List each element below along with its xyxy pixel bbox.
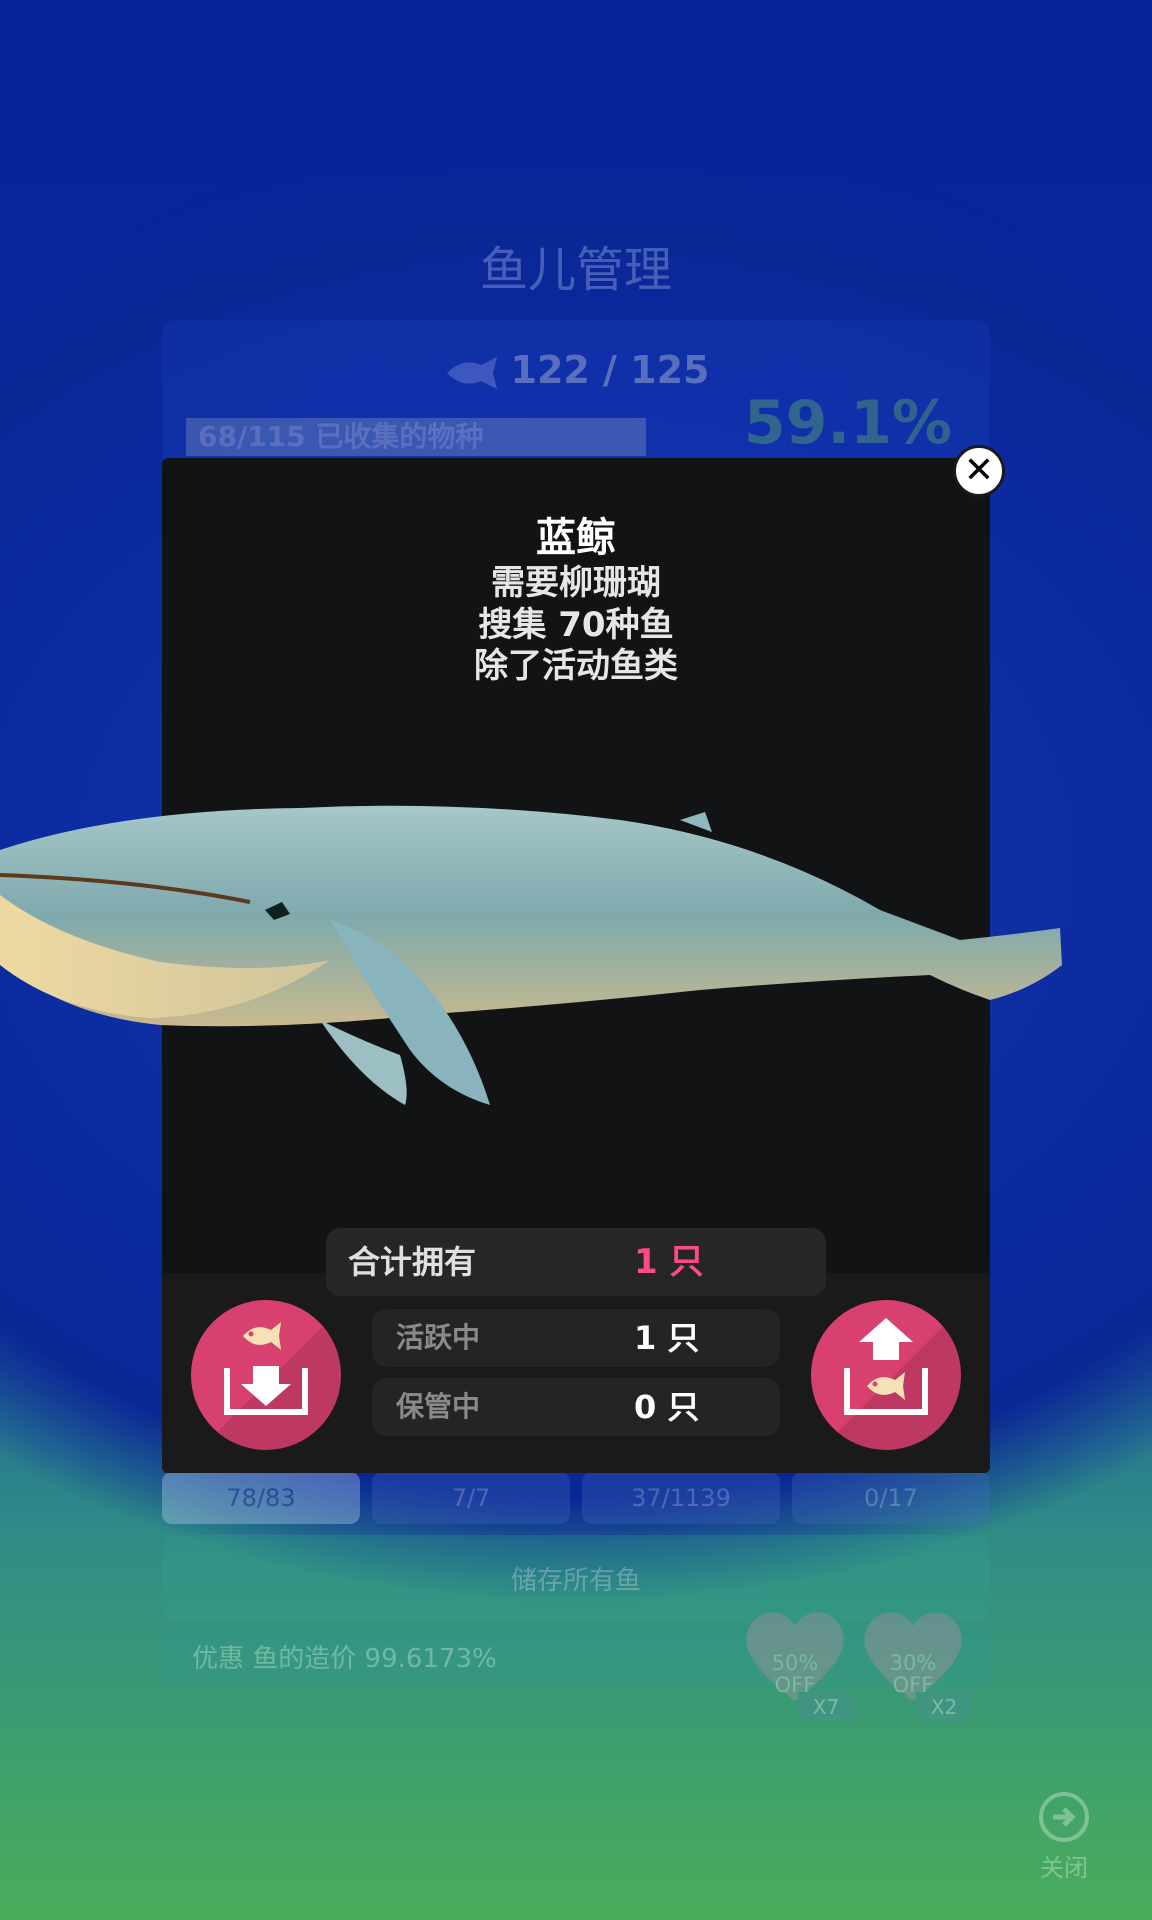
fish-release-icon xyxy=(844,1318,928,1415)
coupon-30-off[interactable]: 30% OFF X2 xyxy=(858,1606,972,1722)
tab-2[interactable]: 7/7 xyxy=(372,1472,570,1524)
tab-3[interactable]: 37/1139 xyxy=(582,1472,780,1524)
stored-value: 0 只 xyxy=(634,1388,700,1426)
category-tabs: 78/83 7/7 37/1139 0/17 xyxy=(162,1472,990,1524)
coupon-50-percent: 50% xyxy=(771,1651,819,1675)
page-title: 鱼儿管理 xyxy=(479,242,672,298)
stored-label: 保管中 xyxy=(396,1390,481,1423)
active-row: 活跃中 1 只 xyxy=(372,1309,780,1367)
fish-count-value: 122 / 125 xyxy=(510,348,710,392)
completion-percent: 59.1% xyxy=(743,388,952,458)
active-value: 1 只 xyxy=(634,1319,700,1357)
coupon-50-off[interactable]: 50% OFF X7 xyxy=(740,1606,854,1722)
blue-whale-image xyxy=(0,805,1062,1105)
close-screen-button[interactable]: 关闭 xyxy=(1034,1792,1094,1883)
modal-close-button[interactable]: ✕ xyxy=(953,445,1005,497)
species-collected-bar: 68/115 已收集的物种 xyxy=(186,418,646,456)
requirement-line: 除了活动鱼类 xyxy=(474,646,678,686)
stored-row: 保管中 0 只 xyxy=(372,1378,780,1436)
tab-1[interactable]: 78/83 xyxy=(162,1472,360,1524)
arrow-right-icon xyxy=(1039,1792,1089,1842)
active-label: 活跃中 xyxy=(396,1321,481,1354)
coupon-30-percent: 30% xyxy=(889,1651,937,1675)
fish-icon xyxy=(446,356,497,389)
close-label: 关闭 xyxy=(1040,1854,1088,1882)
total-owned-value: 1 只 xyxy=(634,1242,704,1282)
store-fish-button[interactable] xyxy=(191,1300,341,1450)
fish-store-icon xyxy=(224,1322,308,1415)
tab-4[interactable]: 0/17 xyxy=(792,1472,990,1524)
fish-count: 122 / 125 xyxy=(0,348,1152,392)
total-owned-row: 合计拥有 1 只 xyxy=(326,1228,826,1296)
release-fish-button[interactable] xyxy=(811,1300,961,1450)
coupon-30-multiplier: X2 xyxy=(916,1692,972,1722)
total-owned-label: 合计拥有 xyxy=(348,1243,477,1281)
coupon-50-multiplier: X7 xyxy=(798,1692,854,1722)
